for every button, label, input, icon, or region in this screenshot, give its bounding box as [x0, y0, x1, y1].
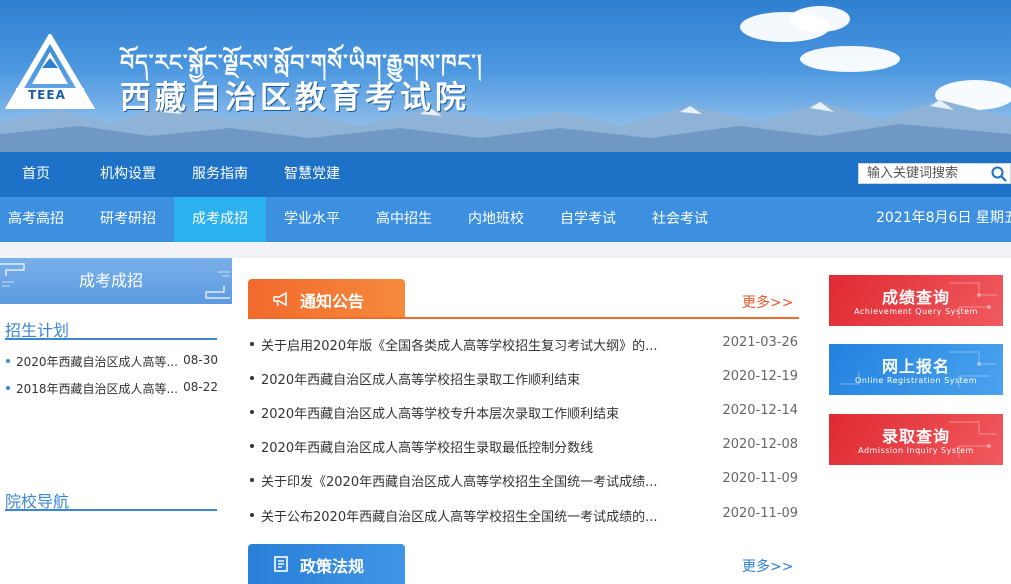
notice-row[interactable]: 2020年西藏自治区成人高等学校专升本层次录取工作顺利结束 2020-12-14	[250, 400, 799, 424]
notices-title: 通知公告	[300, 292, 365, 311]
notice-date: 2020-11-09	[722, 471, 798, 486]
current-date: 2021年8月6日 星期五	[876, 210, 1011, 226]
site-title-chinese: 西藏自治区教育考试院	[120, 80, 470, 116]
bullet-icon	[250, 478, 254, 482]
list-item-date: 08-30	[183, 353, 218, 367]
logo-text: TEEA	[28, 88, 66, 102]
bullet-icon	[6, 386, 10, 390]
nav-item-high-school[interactable]: 高中招生	[360, 197, 448, 242]
bullet-icon	[250, 342, 254, 346]
bullet-icon	[250, 376, 254, 380]
section-divider	[5, 338, 217, 340]
notice-title: 2020年西藏自治区成人高等学校专升本层次录取工作顺利结束	[261, 407, 620, 422]
achievement-query-card[interactable]: 成绩查询 Achievement Query System	[829, 275, 1003, 326]
nav-item-adult-exam[interactable]: 成考成招	[174, 197, 266, 242]
card-subtitle: Online Registration System	[855, 376, 977, 385]
nav-item-party-building[interactable]: 智慧党建	[284, 152, 340, 197]
admission-inquiry-card[interactable]: 录取查询 Admission Inquiry System	[829, 414, 1003, 465]
list-item-title: 2020年西藏自治区成人高等...	[16, 355, 178, 369]
list-item-title: 2018年西藏自治区成人高等...	[16, 382, 178, 396]
nav-item-service-guide[interactable]: 服务指南	[192, 152, 248, 197]
notice-date: 2020-12-14	[722, 403, 798, 418]
notice-row[interactable]: 关于公布2020年西藏自治区成人高等学校招生全国统一考试成绩的... 2020-…	[250, 503, 799, 527]
secondary-nav: 高考高招 研考研招 成考成招 学业水平 高中招生 内地班校 自学考试 社会考试	[0, 197, 1011, 242]
nav-item-graduate-exam[interactable]: 研考研招	[84, 197, 172, 242]
bullet-icon	[250, 513, 254, 517]
bullet-icon	[250, 410, 254, 414]
bullet-icon	[6, 359, 10, 363]
search-box	[858, 163, 1011, 184]
notice-date: 2020-12-08	[722, 437, 798, 452]
notice-date: 2020-12-19	[722, 369, 798, 384]
policy-title: 政策法规	[300, 557, 365, 576]
notice-title: 关于印发《2020年西藏自治区成人高等学校招生全国统一考试成绩...	[261, 475, 658, 490]
notice-row[interactable]: 关于印发《2020年西藏自治区成人高等学校招生全国统一考试成绩... 2020-…	[250, 468, 799, 492]
notice-date: 2021-03-26	[722, 335, 798, 350]
card-subtitle: Achievement Query System	[854, 307, 978, 316]
list-item[interactable]: 2020年西藏自治区成人高等... 08-30	[6, 351, 218, 371]
cloud-decoration	[790, 6, 850, 32]
bullet-icon	[250, 444, 254, 448]
nav-item-inland-classes[interactable]: 内地班校	[452, 197, 540, 242]
online-registration-card[interactable]: 网上报名 Online Registration System	[829, 344, 1003, 395]
card-title: 录取查询	[881, 427, 950, 446]
notice-date: 2020-11-09	[722, 506, 798, 521]
notices-divider	[248, 317, 799, 319]
teea-logo: TEEA	[2, 32, 98, 112]
policy-header: 政策法规	[248, 544, 405, 584]
sidebar-header: 成考成招	[0, 258, 232, 304]
notice-title: 2020年西藏自治区成人高等学校招生录取工作顺利结束	[261, 373, 581, 388]
notice-title: 关于公布2020年西藏自治区成人高等学校招生全国统一考试成绩的...	[261, 510, 658, 525]
cloud-decoration	[800, 46, 900, 72]
sidebar: 成考成招 招生计划 2020年西藏自治区成人高等... 08-30 2018年西…	[0, 258, 232, 584]
nav-item-social-exam[interactable]: 社会考试	[636, 197, 724, 242]
list-item[interactable]: 2018年西藏自治区成人高等... 08-22	[6, 378, 218, 398]
nav-item-gaokao[interactable]: 高考高招	[0, 197, 72, 242]
megaphone-icon	[273, 291, 287, 307]
card-title: 成绩查询	[881, 288, 950, 307]
list-item-date: 08-22	[183, 380, 218, 394]
notices-header: 通知公告	[248, 279, 405, 319]
notices-more-link[interactable]: 更多>>	[742, 292, 793, 312]
document-icon	[274, 556, 288, 572]
notice-row[interactable]: 关于启用2020年版《全国各类成人高等学校招生复习考试大纲》的... 2021-…	[250, 332, 799, 356]
search-button[interactable]	[987, 164, 1011, 183]
card-subtitle: Admission Inquiry System	[858, 446, 974, 455]
nav-item-organization[interactable]: 机构设置	[100, 152, 156, 197]
card-title: 网上报名	[881, 357, 950, 376]
notice-row[interactable]: 2020年西藏自治区成人高等学校招生录取工作顺利结束 2020-12-19	[250, 366, 799, 390]
notice-row[interactable]: 2020年西藏自治区成人高等学校招生录取最低控制分数线 2020-12-08	[250, 434, 799, 458]
search-icon	[991, 166, 1007, 182]
nav-item-self-study[interactable]: 自学考试	[544, 197, 632, 242]
search-input[interactable]	[859, 164, 983, 183]
notice-title: 2020年西藏自治区成人高等学校招生录取最低控制分数线	[261, 441, 594, 456]
notice-title: 关于启用2020年版《全国各类成人高等学校招生复习考试大纲》的...	[261, 339, 658, 354]
header-banner: TEEA བོད་རང་སྐྱོང་ལྗོངས་སློབ་གསོ་ཡིག་རྒྱ…	[0, 0, 1011, 152]
section-divider	[5, 509, 217, 511]
sidebar-title: 成考成招	[78, 271, 143, 290]
policy-more-link[interactable]: 更多>>	[742, 556, 793, 576]
nav-item-home[interactable]: 首页	[22, 152, 50, 197]
nav-item-academic-level[interactable]: 学业水平	[268, 197, 356, 242]
